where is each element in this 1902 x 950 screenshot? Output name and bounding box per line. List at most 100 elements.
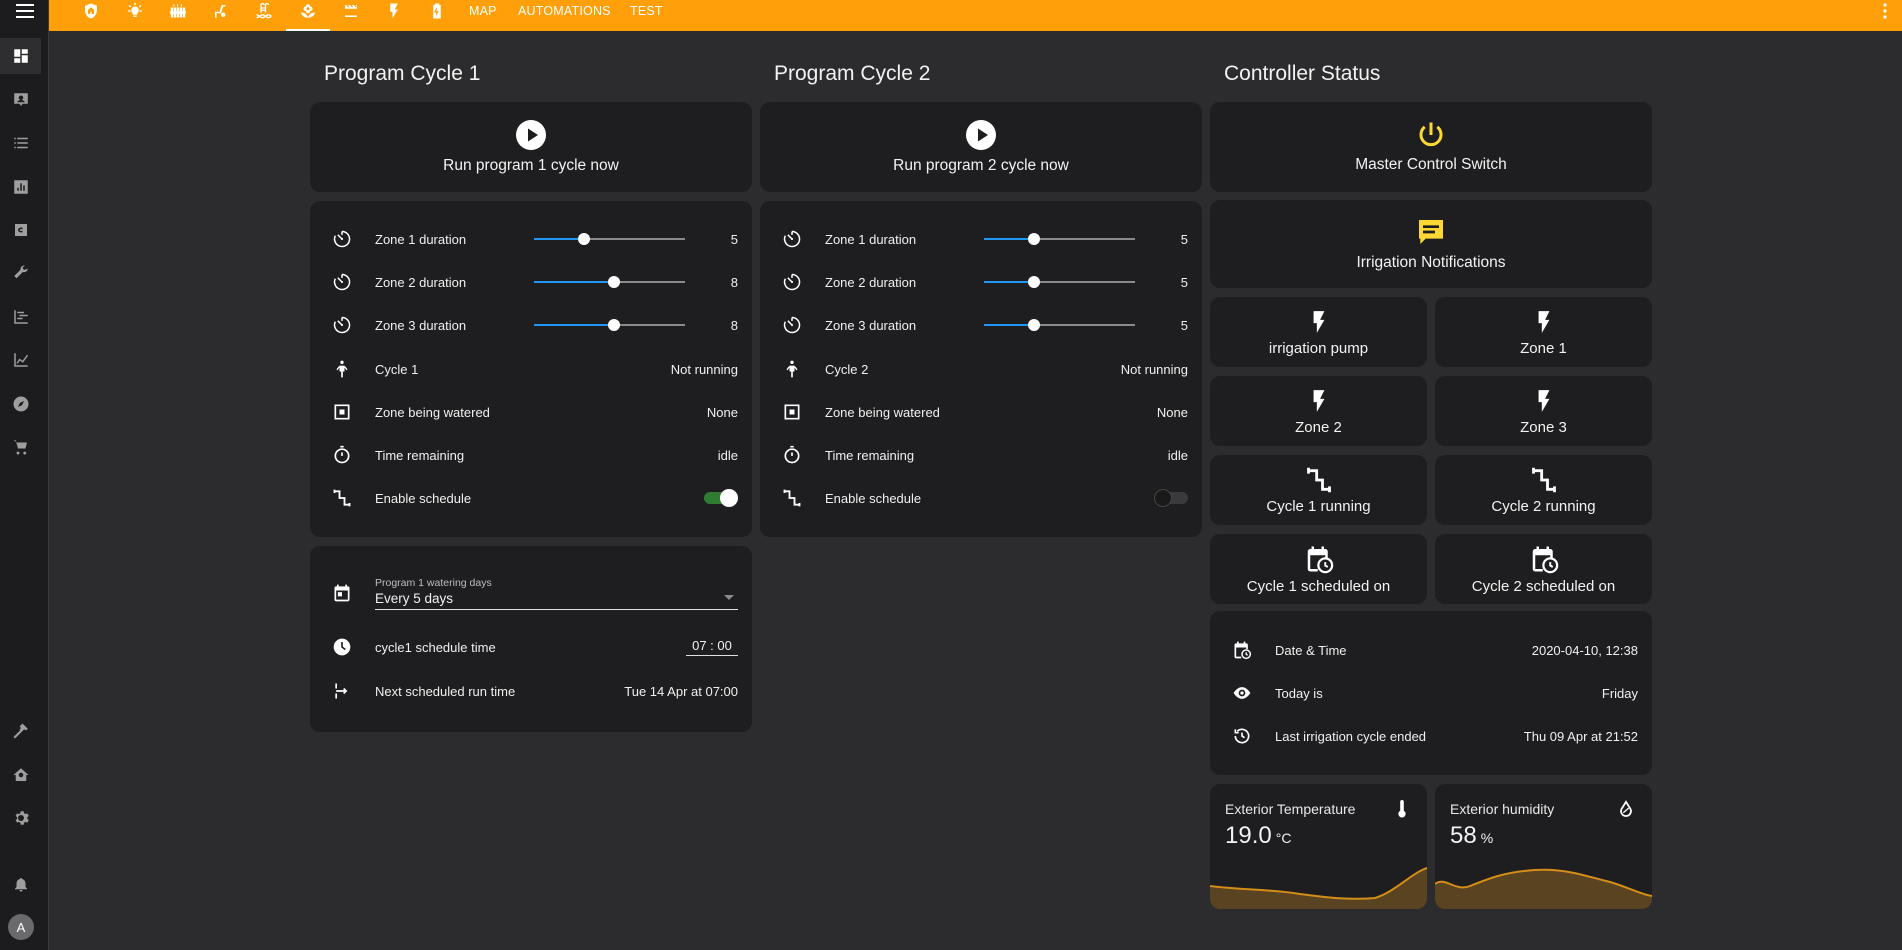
duration-slider[interactable]	[534, 275, 685, 289]
hammer-icon[interactable]	[10, 720, 32, 742]
master-control-switch-button[interactable]: Master Control Switch	[1210, 102, 1652, 192]
movie-icon[interactable]	[337, 0, 365, 22]
temperature-title: Exterior Temperature	[1225, 801, 1356, 817]
slider-knob[interactable]	[577, 233, 590, 245]
entity-row-enable-schedule: Enable schedule	[310, 486, 752, 510]
status-button-zone-2[interactable]: Zone 2	[1210, 376, 1427, 446]
tree-icon[interactable]	[10, 306, 32, 328]
entity-value: 5	[1180, 231, 1188, 247]
pipe-icon	[782, 488, 802, 508]
wrench-icon[interactable]	[10, 262, 32, 284]
thermometer-icon	[1395, 800, 1409, 823]
battery-charging-icon[interactable]	[423, 0, 451, 22]
duration-slider[interactable]	[984, 318, 1135, 332]
tab-map[interactable]: MAP	[469, 4, 497, 18]
home-automation-icon[interactable]	[10, 764, 32, 786]
entity-row-cycle-2: Cycle 2 Not running	[760, 357, 1202, 381]
tab-automations[interactable]: AUTOMATIONS	[518, 4, 611, 18]
humidity-value-row: 58%	[1450, 822, 1493, 850]
status-button-label: irrigation pump	[1268, 339, 1369, 357]
slider-knob[interactable]	[608, 276, 621, 288]
flower-icon[interactable]	[294, 0, 322, 22]
exterior-humidity-card[interactable]: Exterior humidity 58%	[1435, 784, 1652, 909]
list-icon[interactable]	[10, 132, 32, 154]
enable-schedule-toggle[interactable]	[704, 489, 738, 507]
chart-box-icon[interactable]	[10, 176, 32, 198]
irrigation-notifications-button[interactable]: Irrigation Notifications	[1210, 200, 1652, 288]
zone-square-icon	[782, 402, 802, 422]
entity-name: Cycle 2	[825, 361, 869, 377]
avatar[interactable]: A	[8, 914, 34, 940]
more-vert-icon[interactable]	[1878, 2, 1892, 20]
timer-icon	[782, 272, 802, 292]
calendar-clock-icon	[1529, 544, 1559, 574]
temperature-value: 19.0	[1225, 822, 1272, 849]
status-button-irrigation-pump[interactable]: irrigation pump	[1210, 297, 1427, 367]
humidity-title: Exterior humidity	[1450, 801, 1555, 817]
schedule-time-input[interactable]: 07 : 00	[686, 638, 738, 656]
flash-icon[interactable]	[380, 0, 408, 22]
run-program-1-button[interactable]: Run program 1 cycle now	[310, 102, 752, 192]
entity-row-enable-schedule: Enable schedule	[760, 486, 1202, 510]
play-circle-icon	[516, 120, 546, 150]
duration-slider[interactable]	[534, 232, 685, 246]
entity-name: Zone 1 duration	[375, 231, 467, 247]
slider-knob[interactable]	[1027, 276, 1040, 288]
watering-days-label: Program 1 watering days	[375, 577, 492, 589]
status-button-cycle-1-scheduled-on[interactable]: Cycle 1 scheduled on	[1210, 534, 1427, 604]
status-button-label: Cycle 2 running	[1491, 497, 1596, 515]
dropdown-arrow-icon	[724, 595, 734, 600]
compass-icon[interactable]	[10, 393, 32, 415]
status-button-cycle-2-running[interactable]: Cycle 2 running	[1435, 455, 1652, 525]
run-program-2-label: Run program 2 cycle now	[893, 157, 1069, 174]
pool-icon[interactable]	[250, 0, 278, 22]
entity-row-zone-being-watered: Zone being watered None	[310, 400, 752, 424]
slider-knob[interactable]	[1027, 233, 1040, 245]
exterior-temperature-card[interactable]: Exterior Temperature 19.0 °C	[1210, 784, 1427, 909]
cart-icon[interactable]	[10, 436, 32, 458]
entity-value: 8	[730, 274, 738, 290]
controller-info-card: Date & Time 2020-04-10, 12:38 Today is Frid…	[1210, 611, 1652, 775]
menu-icon[interactable]	[10, 0, 40, 22]
program-2-entities-card: Zone 1 duration 5 Zone 2 duration 5 Zone 3 d…	[760, 201, 1202, 537]
entity-row-zone-2-duration: Zone 2 duration 8	[310, 270, 752, 294]
run-program-2-button[interactable]: Run program 2 cycle now	[760, 102, 1202, 192]
bell-icon[interactable]	[10, 873, 32, 895]
lightbulb-icon[interactable]	[121, 0, 149, 22]
program-1-entities-card: Zone 1 duration 5 Zone 2 duration 8 Zone 3 d…	[310, 201, 752, 537]
settings-icon[interactable]	[10, 807, 32, 829]
duration-slider[interactable]	[534, 318, 685, 332]
calendar-c-icon[interactable]	[10, 219, 32, 241]
shield-home-icon[interactable]	[77, 0, 105, 22]
power-icon	[1419, 122, 1443, 147]
status-button-cycle-2-scheduled-on[interactable]: Cycle 2 scheduled on	[1435, 534, 1652, 604]
slider-knob[interactable]	[608, 319, 621, 331]
slider-knob[interactable]	[1027, 319, 1040, 331]
entity-row-time-remaining: Time remaining idle	[310, 443, 752, 467]
robot-vacuum-icon[interactable]	[207, 0, 235, 22]
duration-slider[interactable]	[984, 232, 1135, 246]
walk-icon	[332, 359, 352, 379]
info-row-last-irrigation-cycle-ended: Last irrigation cycle ended Thu 09 Apr at…	[1210, 724, 1652, 748]
chart-line-icon[interactable]	[10, 349, 32, 371]
entity-value: None	[706, 404, 738, 420]
tab-test[interactable]: TEST	[630, 4, 663, 18]
watering-days-select[interactable]: Every 5 days	[375, 590, 738, 610]
dashboard-icon[interactable]	[10, 45, 32, 67]
radiator-icon[interactable]	[164, 0, 192, 22]
status-button-cycle-1-running[interactable]: Cycle 1 running	[1210, 455, 1427, 525]
status-button-zone-3[interactable]: Zone 3	[1435, 376, 1652, 446]
top-app-bar: MAP AUTOMATIONS TEST	[0, 0, 1902, 31]
duration-slider[interactable]	[984, 275, 1135, 289]
entity-value: 5	[730, 231, 738, 247]
entity-value: 5	[1180, 317, 1188, 333]
entity-name: Zone 2 duration	[375, 274, 467, 290]
account-box-icon[interactable]	[10, 89, 32, 111]
info-row-date-time: Date & Time 2020-04-10, 12:38	[1210, 638, 1652, 662]
status-button-zone-1[interactable]: Zone 1	[1435, 297, 1652, 367]
enable-schedule-toggle[interactable]	[1154, 489, 1188, 507]
master-control-label: Master Control Switch	[1355, 156, 1507, 173]
pipe-icon	[1529, 466, 1559, 494]
active-tab-indicator	[286, 29, 330, 31]
calendar-icon	[332, 583, 352, 608]
